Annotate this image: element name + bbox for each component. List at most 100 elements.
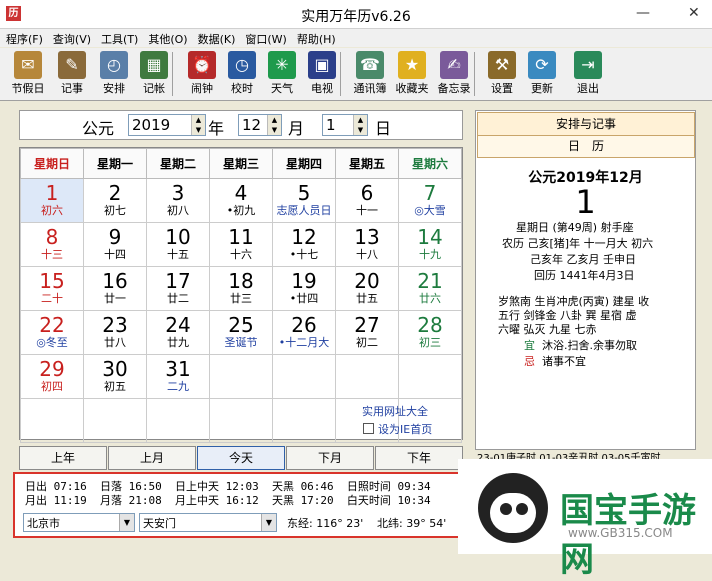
chevron-down-icon[interactable]: ▼: [261, 514, 276, 531]
prev-year-button[interactable]: 上年: [19, 446, 107, 470]
day-cell[interactable]: 19 •廿四: [272, 266, 336, 311]
day-cell[interactable]: 6 十一: [335, 178, 399, 223]
month-spinner[interactable]: 12 ▲ ▼: [238, 114, 282, 136]
day-cell[interactable]: 28 初三: [398, 310, 462, 355]
day-cell[interactable]: [209, 354, 273, 399]
day-cell[interactable]: 25 圣诞节: [209, 310, 273, 355]
checkbox-icon[interactable]: [363, 423, 374, 434]
panel-header[interactable]: 安排与记事: [477, 112, 695, 136]
close-button[interactable]: ✕: [688, 5, 700, 21]
day-cell[interactable]: 31 二九: [146, 354, 210, 399]
day-cell[interactable]: [83, 398, 147, 443]
toolbar-button-exit-door[interactable]: ⇥ 退出: [568, 50, 608, 98]
day-cell[interactable]: 21 廿六: [398, 266, 462, 311]
today-button[interactable]: 今天: [197, 446, 285, 470]
day-cell[interactable]: 11 十六: [209, 222, 273, 267]
menu-help[interactable]: 帮助(H): [291, 29, 340, 47]
site-link[interactable]: 实用网址大全: [362, 403, 428, 419]
day-spinner[interactable]: 1 ▲ ▼: [322, 114, 368, 136]
day-cell[interactable]: 5 志愿人员日: [272, 178, 336, 223]
prev-month-button[interactable]: 上月: [108, 446, 196, 470]
lunar-date: 十九: [419, 248, 441, 261]
day-cell[interactable]: 1 初六: [20, 178, 84, 223]
panel-subheader[interactable]: 日 历: [477, 135, 695, 158]
ledger-icon: ▦: [140, 51, 168, 79]
day-number: 7: [423, 181, 437, 205]
day-number: 26: [291, 313, 317, 337]
day-cell[interactable]: 3 初八: [146, 178, 210, 223]
toolbar-button-favorites-star[interactable]: ★ 收藏夹: [392, 50, 432, 98]
toolbar-button-address-book[interactable]: ☎ 通讯簿: [350, 50, 390, 98]
day-cell[interactable]: 12 •十七: [272, 222, 336, 267]
weekday-header: 星期日: [20, 148, 84, 179]
day-cell[interactable]: 4 •初九: [209, 178, 273, 223]
toolbar-button-settings-tools[interactable]: ⚒ 设置: [482, 50, 522, 98]
year-spinner[interactable]: 2019 ▲ ▼: [128, 114, 206, 136]
toolbar-button-memo[interactable]: ✍ 备忘录: [434, 50, 474, 98]
day-number: 21: [417, 269, 443, 293]
day-cell[interactable]: 22 ◎冬至: [20, 310, 84, 355]
day-cell[interactable]: 18 廿三: [209, 266, 273, 311]
day-number: 22: [39, 313, 65, 337]
day-cell[interactable]: 7 ◎大雪: [398, 178, 462, 223]
spinner-arrows-icon[interactable]: ▲ ▼: [267, 115, 281, 135]
day-cell[interactable]: 26 •十二月大: [272, 310, 336, 355]
day-cell[interactable]: [272, 354, 336, 399]
next-month-button[interactable]: 下月: [286, 446, 374, 470]
day-cell[interactable]: 2 初七: [83, 178, 147, 223]
day-cell[interactable]: 17 廿二: [146, 266, 210, 311]
day-cell[interactable]: 24 廿九: [146, 310, 210, 355]
toolbar-button-weather[interactable]: ✳ 天气: [262, 50, 302, 98]
next-year-button[interactable]: 下年: [375, 446, 463, 470]
day-number: 16: [102, 269, 128, 293]
city-select[interactable]: 北京市 ▼: [23, 513, 135, 532]
toolbar-button-notes[interactable]: ✎ 记事: [52, 50, 92, 98]
lunar-date: 初二: [356, 336, 378, 349]
menu-other[interactable]: 其他(O): [142, 29, 191, 47]
day-cell[interactable]: [20, 398, 84, 443]
day-cell[interactable]: 23 廿八: [83, 310, 147, 355]
day-cell[interactable]: 8 十三: [20, 222, 84, 267]
day-cell[interactable]: 14 十九: [398, 222, 462, 267]
day-cell[interactable]: 10 十五: [146, 222, 210, 267]
day-cell[interactable]: [146, 398, 210, 443]
day-number: 23: [102, 313, 128, 337]
day-cell[interactable]: 9 十四: [83, 222, 147, 267]
menu-data[interactable]: 数据(K): [192, 29, 240, 47]
toolbar-label: 通讯簿: [353, 82, 387, 95]
menu-program[interactable]: 程序(F): [0, 29, 47, 47]
day-cell[interactable]: [209, 398, 273, 443]
place-select[interactable]: 天安门 ▼: [139, 513, 277, 532]
day-cell[interactable]: 15 二十: [20, 266, 84, 311]
menu-tools[interactable]: 工具(T): [95, 29, 142, 47]
toolbar-button-holiday[interactable]: ✉ 节假日: [8, 50, 48, 98]
spinner-arrows-icon[interactable]: ▲ ▼: [353, 115, 367, 135]
menu-query[interactable]: 查询(V): [47, 29, 95, 47]
day-cell[interactable]: 30 初五: [83, 354, 147, 399]
toolbar-button-time-sync[interactable]: ◷ 校时: [222, 50, 262, 98]
toolbar-label: 安排: [103, 82, 125, 95]
toolbar-button-tv[interactable]: ▣ 电视: [302, 50, 342, 98]
favorites-star-icon: ★: [398, 51, 426, 79]
set-homepage-checkbox[interactable]: 设为IE首页: [363, 421, 432, 437]
day-cell[interactable]: 27 初二: [335, 310, 399, 355]
day-number: 9: [108, 225, 122, 249]
toolbar-button-update[interactable]: ⟳ 更新: [522, 50, 562, 98]
chevron-down-icon[interactable]: ▼: [119, 514, 134, 531]
toolbar-button-alarm-clock[interactable]: ⏰ 闹钟: [182, 50, 222, 98]
panda-logo-icon: [478, 473, 548, 543]
toolbar-button-schedule[interactable]: ◴ 安排: [94, 50, 134, 98]
day-cell[interactable]: 29 初四: [20, 354, 84, 399]
spinner-arrows-icon[interactable]: ▲ ▼: [191, 115, 205, 135]
toolbar-button-ledger[interactable]: ▦ 记帐: [134, 50, 174, 98]
day-cell[interactable]: [272, 398, 336, 443]
menu-window[interactable]: 窗口(W): [239, 29, 290, 47]
day-cell[interactable]: 16 廿一: [83, 266, 147, 311]
day-cell[interactable]: [398, 354, 462, 399]
yi-label: 宜: [524, 339, 535, 352]
day-cell[interactable]: [335, 354, 399, 399]
lunar-date: 初八: [167, 204, 189, 217]
day-cell[interactable]: 13 十八: [335, 222, 399, 267]
day-cell[interactable]: 20 廿五: [335, 266, 399, 311]
minimize-button[interactable]: —: [636, 5, 650, 21]
